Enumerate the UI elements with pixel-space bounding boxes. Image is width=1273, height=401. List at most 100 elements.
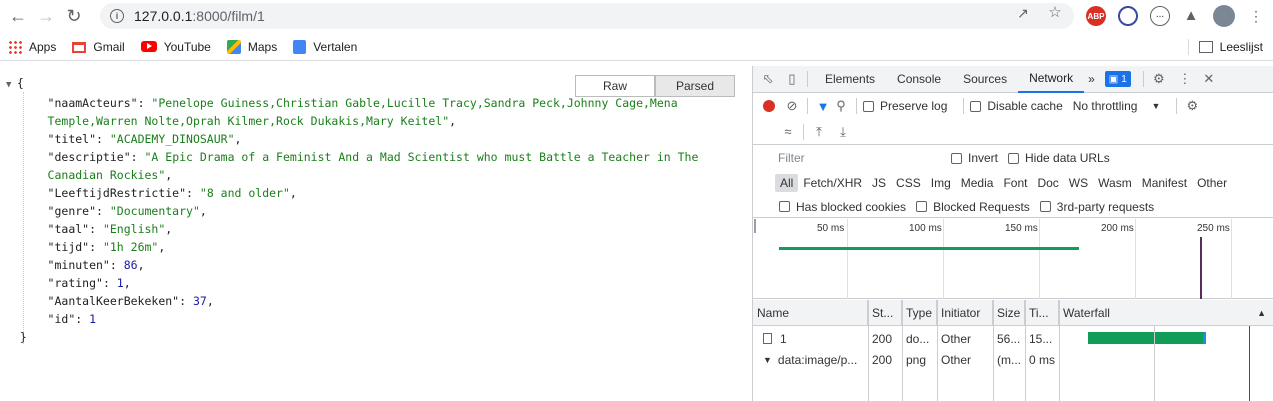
table-row[interactable]: ▼ data:image/p... 200 png Other (m... 0 m… [753,349,1273,370]
type-filter-css[interactable]: CSS [891,174,926,192]
sort-up-icon: ▲ [1257,308,1266,318]
bookmark-maps[interactable]: Maps [226,39,277,54]
json-value: "ACADEMY_DINOSAUR" [109,132,235,146]
type-filter-manifest[interactable]: Manifest [1137,174,1192,192]
network-overview[interactable]: 50 ms 100 ms 150 ms 200 ms 250 ms [753,219,1273,299]
json-line: "id": 1 [47,312,97,326]
clear-icon[interactable]: ⊘ [783,97,801,115]
tab-network[interactable]: Network [1018,66,1085,93]
json-key: "taal" [47,222,90,236]
filter-icon[interactable]: ▼ [814,97,832,115]
parsed-button[interactable]: Parsed [655,75,735,97]
wifi-conditions-icon[interactable]: ≈ [779,123,797,141]
type-filter-js[interactable]: JS [867,174,891,192]
json-value: 37 [192,294,207,308]
avatar[interactable] [1213,5,1235,27]
overview-tick: 100 ms [909,223,942,234]
tab-console[interactable]: Console [886,66,952,93]
menu-kebab-icon[interactable]: ⋮ [1248,8,1264,24]
reload-icon: ↻ [66,6,82,26]
site-info-icon[interactable]: i [110,9,124,23]
col-size[interactable]: Size [993,300,1025,326]
search-icon[interactable]: ⚲ [832,97,850,115]
record-button[interactable] [763,100,775,112]
bookmark-star-icon[interactable]: ☆ [1047,5,1063,21]
arrow-right-icon: → [37,6,55,26]
forward-button[interactable]: → [32,3,60,31]
block-extension-icon[interactable] [1118,6,1138,26]
col-waterfall[interactable]: Waterfall ▲ [1059,300,1273,326]
blocked-cookies-checkbox[interactable]: Has blocked cookies [779,200,906,214]
inspect-element-icon[interactable]: ⬁ [759,70,777,88]
devtools-menu-icon[interactable]: ⋮ [1176,70,1194,88]
raw-button[interactable]: Raw [575,75,655,97]
type-filter-media[interactable]: Media [956,174,999,192]
reading-list-button[interactable]: Leeslijst [1187,39,1263,55]
col-status[interactable]: St... [868,300,902,326]
json-line: "LeeftijdRestrictie": "8 and older", [47,186,297,200]
reload-button[interactable]: ↻ [60,3,88,31]
close-icon[interactable]: ✕ [1200,70,1218,88]
address-bar[interactable]: i 127.0.0.1:8000/film/1 [100,3,1074,29]
json-line: "minuten": 86, [47,258,145,272]
bookmark-gmail[interactable]: Gmail [72,40,125,54]
bookmark-apps[interactable]: Apps [8,39,56,54]
json-key: "tijd" [47,240,90,254]
device-toolbar-icon[interactable]: ▯ [783,70,801,88]
requests-table-header: Name St... Type Initiator Size Ti... Wat… [753,300,1273,326]
tab-elements[interactable]: Elements [814,66,886,93]
extension-icon[interactable]: ⋯ [1150,6,1170,26]
col-name[interactable]: Name [753,300,868,326]
hide-data-urls-checkbox[interactable]: Hide data URLs [1008,151,1110,165]
table-row[interactable]: 1 200 do... Other 56... 15... [753,328,1273,349]
json-value: 1 [116,276,124,290]
request-name: ▼ data:image/p... [763,352,858,367]
settings-gear-icon[interactable]: ⚙ [1150,70,1168,88]
type-filter-other[interactable]: Other [1192,174,1232,192]
network-settings-gear-icon[interactable]: ⚙ [1183,97,1201,115]
col-type[interactable]: Type [902,300,937,326]
invert-checkbox[interactable]: Invert [951,151,998,165]
third-party-checkbox[interactable]: 3rd-party requests [1039,200,1154,214]
resource-type-filter: All Fetch/XHR JS CSS Img Media Font Doc WS Wasm Ma… [753,170,1273,196]
type-filter-fetch-xhr[interactable]: Fetch/XHR [798,174,867,192]
issues-badge[interactable]: ▣ 1 [1104,71,1131,87]
document-icon [763,333,772,344]
message-icon: ▣ [1108,73,1119,85]
type-filter-font[interactable]: Font [998,174,1032,192]
bookmark-translate[interactable]: Vertalen [293,39,357,54]
throttling-select[interactable]: No throttling ▼ [1073,99,1161,113]
devtools-tabbar: ⬁ ▯ Elements Console Sources Network » ▣… [753,66,1273,93]
url-text[interactable]: 127.0.0.1:8000/film/1 [134,8,265,24]
col-initiator[interactable]: Initiator [937,300,993,326]
network-toolbar-2: ≈ ⤒ ⤓ [753,119,1273,145]
json-key: "rating" [47,276,103,290]
json-key: "AantalKeerBekeken" [47,294,180,308]
request-name: 1 [759,328,868,349]
filter-input[interactable]: Filter [775,149,937,167]
json-value: 1 [89,312,97,326]
export-har-icon[interactable]: ⤓ [834,123,852,141]
type-filter-doc[interactable]: Doc [1032,174,1063,192]
puzzle-extensions-icon[interactable]: ▲ [1183,8,1199,24]
tab-sources[interactable]: Sources [952,66,1018,93]
overview-tick: 200 ms [1101,223,1134,234]
share-icon[interactable]: ↗ [1015,5,1031,21]
preserve-log-checkbox[interactable]: Preserve log [863,99,947,113]
type-filter-ws[interactable]: WS [1064,174,1093,192]
overview-load-marker [1200,237,1202,299]
bookmark-youtube[interactable]: YouTube [140,40,211,54]
type-filter-img[interactable]: Img [926,174,956,192]
col-time[interactable]: Ti... [1025,300,1059,326]
back-button[interactable]: ← [4,3,32,31]
disable-cache-checkbox[interactable]: Disable cache [970,99,1063,113]
json-line: "descriptie": "A Epic Drama of a Feminis… [47,150,699,164]
adblock-plus-icon[interactable]: ABP [1086,6,1106,26]
type-filter-all[interactable]: All [775,174,799,192]
json-value: "8 and older" [199,186,290,200]
type-filter-wasm[interactable]: Wasm [1093,174,1137,192]
blocked-requests-checkbox[interactable]: Blocked Requests [916,200,1030,214]
import-har-icon[interactable]: ⤒ [810,123,828,141]
maps-icon [226,39,241,54]
more-tabs-button[interactable]: » [1084,66,1099,93]
